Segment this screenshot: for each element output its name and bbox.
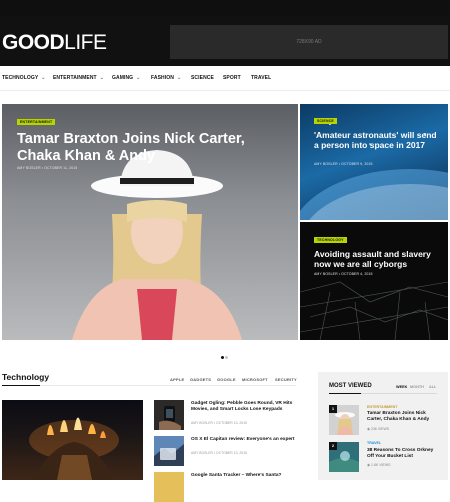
post-title[interactable]: Gadget Ogling: Pebble Goes Round, VR Hit… bbox=[191, 401, 299, 413]
most-viewed-thumbnail[interactable]: 1 bbox=[329, 405, 359, 435]
nav-label: TRAVEL bbox=[251, 75, 272, 81]
mv-category[interactable]: TRAVEL bbox=[367, 441, 381, 445]
rank-badge: 1 bbox=[329, 405, 337, 413]
mv-category[interactable]: ENTERTAINMENT bbox=[367, 405, 397, 409]
post-meta: AMY BOSLER • OCTOBER 13, 2015 bbox=[191, 421, 247, 425]
nav-label: FASHION bbox=[151, 75, 174, 81]
nav-item-gaming[interactable]: GAMING ⌄ bbox=[112, 75, 140, 81]
section-divider bbox=[2, 385, 296, 386]
post-title[interactable]: Google Santa Tracker – Where's Santa? bbox=[191, 473, 299, 479]
mv-post-title[interactable]: 38 Reasons To Cross Orkney Off Your Buck… bbox=[367, 448, 439, 460]
section-title: Technology bbox=[2, 372, 50, 382]
ad-banner[interactable]: 728X90 AD bbox=[170, 25, 448, 59]
chevron-down-icon: ⌄ bbox=[41, 75, 46, 81]
most-viewed-thumbnail[interactable]: 2 bbox=[329, 442, 359, 472]
nav-item-technology[interactable]: TECHNOLOGY ⌄ bbox=[2, 75, 46, 81]
mv-views: ◉ 236 VIEWS bbox=[367, 427, 389, 431]
side-post-meta: AMY BOSLER • OCTOBER 4, 2015 bbox=[314, 272, 373, 276]
fire-sculpture-image bbox=[29, 417, 119, 480]
post-thumbnail[interactable] bbox=[154, 472, 184, 502]
mv-views: ◉ 1.8K VIEWS bbox=[367, 463, 390, 467]
side-post-title[interactable]: Avoiding assault and slavery now we are … bbox=[314, 249, 438, 269]
mv-post-title[interactable]: Tamar Braxton Joins Nick Carter, Chaka K… bbox=[367, 411, 439, 423]
filter-google[interactable]: GOOGLE bbox=[217, 377, 236, 382]
slider-dot[interactable] bbox=[225, 356, 228, 359]
nav-label: TECHNOLOGY bbox=[2, 75, 39, 81]
filter-week[interactable]: WEEK bbox=[396, 385, 407, 389]
watch-image bbox=[159, 406, 181, 430]
post-thumbnail[interactable] bbox=[154, 436, 184, 466]
nav-label: SPORT bbox=[223, 75, 241, 81]
nav-item-fashion[interactable]: FASHION ⌄ bbox=[151, 75, 181, 81]
nav-item-travel[interactable]: TRAVEL bbox=[251, 75, 271, 81]
widget-title: MOST VIEWED bbox=[329, 383, 372, 389]
top-bar bbox=[0, 0, 450, 16]
side-post-title[interactable]: 'Amateur astronauts' will send a person … bbox=[314, 130, 438, 150]
hero-title[interactable]: Tamar Braxton Joins Nick Carter, Chaka K… bbox=[17, 131, 267, 164]
hero-post[interactable]: ENTERTAINMENT Tamar Braxton Joins Nick C… bbox=[2, 104, 298, 340]
post-thumbnail[interactable] bbox=[154, 400, 184, 430]
chevron-down-icon: ⌄ bbox=[136, 75, 141, 81]
filter-microsoft[interactable]: MICROSOFT bbox=[242, 377, 268, 382]
main-nav: TECHNOLOGY ⌄ ENTERTAINMENT ⌄ GAMING ⌄ FASHI… bbox=[0, 66, 450, 91]
slider-dot[interactable] bbox=[221, 356, 224, 359]
hero-meta: AMY BOSLER • OCTOBER 11, 2015 bbox=[17, 166, 78, 170]
nav-label: ENTERTAINMENT bbox=[53, 75, 97, 81]
logo-bold: GOOD bbox=[2, 31, 65, 54]
side-post-science[interactable]: SCIENCE 'Amateur astronauts' will send a… bbox=[300, 104, 448, 220]
post-meta: AMY BOSLER • OCTOBER 13, 2015 bbox=[191, 451, 247, 455]
most-viewed-widget: MOST VIEWED WEEK MONTH ALL 1 ENTERTAINME… bbox=[318, 372, 448, 480]
nav-item-science[interactable]: SCIENCE bbox=[191, 75, 214, 81]
os-x-image bbox=[154, 444, 184, 466]
logo-light: LIFE bbox=[64, 31, 107, 54]
side-post-technology[interactable]: TECHNOLOGY Avoiding assault and slavery … bbox=[300, 222, 448, 340]
slider-pagination bbox=[221, 346, 229, 364]
filter-apple[interactable]: APPLE bbox=[170, 377, 184, 382]
hero-category-badge[interactable]: ENTERTAINMENT bbox=[17, 119, 56, 125]
mv-views-count: 236 VIEWS bbox=[371, 427, 390, 431]
side-post-meta: AMY BOSLER • OCTOBER 9, 2015 bbox=[314, 162, 373, 166]
nav-label: GAMING bbox=[112, 75, 134, 81]
site-header: GOODLIFE 728X90 AD bbox=[0, 16, 450, 66]
widget-divider bbox=[329, 393, 437, 394]
featured-tech-image[interactable] bbox=[2, 400, 143, 480]
nav-label: SCIENCE bbox=[191, 75, 214, 81]
chevron-down-icon: ⌄ bbox=[99, 75, 105, 81]
filter-security[interactable]: SECURITY bbox=[275, 377, 297, 382]
mv-views-count: 1.8K VIEWS bbox=[371, 463, 391, 467]
filter-month[interactable]: MONTH bbox=[410, 385, 424, 389]
filter-all[interactable]: ALL bbox=[429, 385, 436, 389]
side-category-badge[interactable]: TECHNOLOGY bbox=[314, 237, 347, 243]
rank-badge: 2 bbox=[329, 442, 337, 450]
side-category-badge[interactable]: SCIENCE bbox=[314, 118, 337, 124]
chevron-down-icon: ⌄ bbox=[176, 75, 182, 81]
nav-item-sport[interactable]: SPORT bbox=[223, 75, 241, 81]
filter-gadgets[interactable]: GADGETS bbox=[190, 377, 211, 382]
nav-item-entertainment[interactable]: ENTERTAINMENT ⌄ bbox=[53, 75, 104, 81]
site-logo[interactable]: GOODLIFE bbox=[2, 31, 107, 55]
post-title[interactable]: OS X El Capitan review: Everyone's an ex… bbox=[191, 437, 299, 443]
